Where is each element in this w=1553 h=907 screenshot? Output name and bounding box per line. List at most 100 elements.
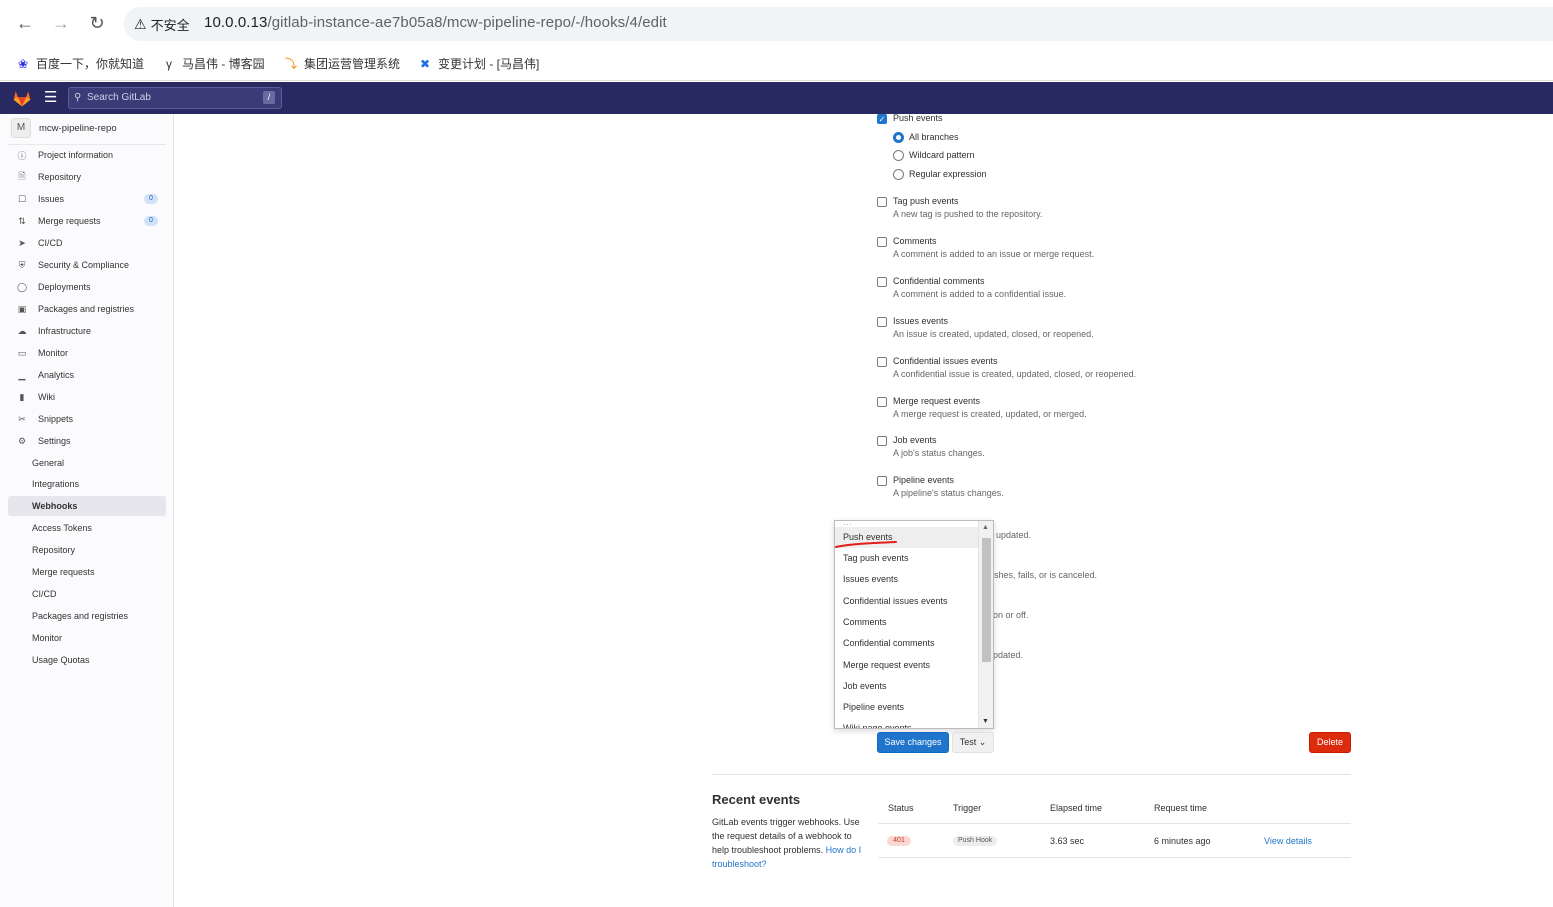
view-details-link[interactable]: View details (1264, 836, 1312, 846)
book-icon: ▮ (19, 391, 25, 402)
bookmark-confluence[interactable]: ✖ 变更计划 - [马昌伟] (418, 55, 539, 72)
merge-requests-count-badge: 0 (144, 216, 158, 226)
blog-icon: γ (166, 56, 172, 71)
radio-regex[interactable] (893, 169, 904, 180)
browser-toolbar: ← → ↻ ⚠ 不安全 10.0.0.13/gitlab-instance-ae… (0, 0, 1553, 47)
sidebar-item-packages[interactable]: ▣ Packages and registries (8, 299, 166, 319)
save-changes-button[interactable]: Save changes (877, 732, 949, 753)
package-icon: ▣ (17, 303, 27, 314)
sidebar-item-security[interactable]: ⛨ Security & Compliance (8, 255, 166, 275)
reload-icon[interactable]: ↻ (86, 12, 108, 34)
dropdown-item-confidential-issues[interactable]: Confidential issues events (835, 591, 979, 612)
dropdown-item-comments[interactable]: Comments (835, 612, 979, 633)
sidebar-item-repository[interactable]: 🗎 Repository (8, 167, 166, 187)
security-indicator[interactable]: ⚠ 不安全 (134, 15, 190, 34)
search-input[interactable]: ⚲ Search GitLab / (68, 87, 282, 109)
radio-all-branches[interactable] (893, 132, 904, 143)
sidebar-sub-integrations[interactable]: Integrations (8, 474, 166, 494)
sidebar-item-analytics[interactable]: ▁ Analytics (8, 365, 166, 385)
sidebar-item-issues[interactable]: ☐ Issues 0 (8, 189, 166, 209)
url-text[interactable]: 10.0.0.13/gitlab-instance-ae7b05a8/mcw-p… (204, 14, 667, 31)
dropdown-item-issues[interactable]: Issues events (835, 569, 979, 590)
sidebar-sub-monitor[interactable]: Monitor (8, 628, 166, 648)
dropdown-item-tag-push[interactable]: Tag push events (835, 548, 979, 569)
table-row-divider (878, 857, 1351, 858)
bookmark-ops[interactable]: ⤵ 集团运营管理系统 (284, 55, 400, 72)
test-event-dropdown[interactable]: … Push events Tag push events Issues eve… (834, 520, 994, 729)
divider (712, 774, 1351, 775)
issues-count-badge: 0 (144, 194, 158, 204)
search-shortcut-badge: / (263, 91, 275, 104)
project-sidebar: M mcw-pipeline-repo ⓘ Project information… (0, 114, 174, 907)
dropdown-scrollbar[interactable]: ▲ ▼ (978, 521, 993, 728)
hidden-desc-fragment: updated. (996, 530, 1032, 540)
sidebar-sub-webhooks[interactable]: Webhooks (8, 496, 166, 516)
deployments-icon: ◯ (16, 281, 28, 292)
sidebar-item-infrastructure[interactable]: ☁ Infrastructure (8, 321, 166, 341)
gear-icon: ⚙ (17, 435, 27, 446)
job-events-checkbox[interactable] (877, 436, 887, 446)
sidebar-item-monitor[interactable]: ▭ Monitor (8, 343, 166, 363)
address-bar[interactable]: ⚠ 不安全 10.0.0.13/gitlab-instance-ae7b05a8… (124, 7, 1553, 41)
recent-events-title: Recent events (712, 792, 801, 807)
hidden-desc-fragment: on or off. (993, 610, 1029, 620)
cloud-icon: ☁ (17, 325, 27, 336)
sidebar-item-merge-requests[interactable]: ⇅ Merge requests 0 (8, 211, 166, 231)
status-badge: 401 (887, 836, 911, 846)
table-header-divider (878, 823, 1351, 824)
chevron-down-icon: ⌄ (978, 737, 987, 747)
sidebar-item-settings[interactable]: ⚙ Settings (8, 431, 166, 451)
sidebar-item-deployments[interactable]: ◯ Deployments (8, 277, 166, 297)
sidebar-sub-access-tokens[interactable]: Access Tokens (8, 518, 166, 538)
merge-request-events-checkbox[interactable] (877, 397, 887, 407)
dropdown-item-confidential-comments[interactable]: Confidential comments (835, 633, 979, 654)
sidebar-item-snippets[interactable]: ✂ Snippets (8, 409, 166, 429)
recent-events-description: GitLab events trigger webhooks. Use the … (712, 817, 862, 869)
dropdown-item-pipeline[interactable]: Pipeline events (835, 697, 979, 718)
tag-push-checkbox[interactable] (877, 197, 887, 207)
sidebar-sub-general[interactable]: General (8, 453, 166, 473)
bookmark-cnblogs[interactable]: γ 马昌伟 - 博客园 (162, 55, 265, 72)
sidebar-sub-merge-requests[interactable]: Merge requests (8, 562, 166, 582)
test-button[interactable]: Test ⌄ (952, 732, 994, 753)
dropdown-item-merge-request[interactable]: Merge request events (835, 655, 979, 676)
confluence-icon: ✖ (419, 56, 431, 71)
confidential-issues-checkbox[interactable] (877, 357, 887, 367)
warning-icon: ⚠ (134, 16, 147, 32)
hidden-desc-fragment: pdated. (993, 650, 1024, 660)
sidebar-item-cicd[interactable]: ➤ CI/CD (8, 233, 166, 253)
gitlab-logo-icon[interactable] (12, 88, 32, 108)
request-time-cell: 6 minutes ago (1154, 836, 1211, 846)
scroll-down-icon[interactable]: ▼ (982, 718, 989, 725)
column-request-time: Request time (1154, 803, 1208, 813)
search-icon: ⚲ (74, 92, 82, 103)
issues-icon: ☐ (17, 193, 27, 204)
push-events-checkbox[interactable]: ✓ (877, 114, 887, 124)
pipeline-events-checkbox[interactable] (877, 476, 887, 486)
column-elapsed-time: Elapsed time (1050, 803, 1103, 813)
radio-wildcard[interactable] (893, 150, 904, 161)
back-icon[interactable]: ← (14, 12, 36, 34)
sidebar-sub-usage-quotas[interactable]: Usage Quotas (8, 650, 166, 670)
project-header[interactable]: M mcw-pipeline-repo (11, 118, 117, 138)
bookmark-baidu[interactable]: ❀ 百度一下，你就知道 (16, 55, 144, 72)
sidebar-sub-packages[interactable]: Packages and registries (8, 606, 166, 626)
gitlab-topbar: ☰ ⚲ Search GitLab / (0, 82, 1553, 114)
forward-icon[interactable]: → (50, 12, 72, 34)
scrollbar-thumb[interactable] (982, 538, 991, 662)
comments-checkbox[interactable] (877, 237, 887, 247)
issues-events-checkbox[interactable] (877, 317, 887, 327)
sidebar-sub-cicd[interactable]: CI/CD (8, 584, 166, 604)
confidential-comments-checkbox[interactable] (877, 277, 887, 287)
paw-icon: ❀ (17, 56, 29, 71)
dropdown-item-wiki-page[interactable]: Wiki page events (835, 718, 979, 728)
sidebar-item-project-information[interactable]: ⓘ Project information (8, 145, 166, 165)
sidebar-sub-repository[interactable]: Repository (8, 540, 166, 560)
dropdown-item-job[interactable]: Job events (835, 676, 979, 697)
rocket-icon: ➤ (18, 237, 26, 248)
hamburger-menu-icon[interactable]: ☰ (44, 88, 57, 108)
info-icon: ⓘ (17, 150, 27, 161)
sidebar-item-wiki[interactable]: ▮ Wiki (8, 387, 166, 407)
scroll-up-icon[interactable]: ▲ (982, 524, 989, 531)
delete-button[interactable]: Delete (1309, 732, 1351, 753)
